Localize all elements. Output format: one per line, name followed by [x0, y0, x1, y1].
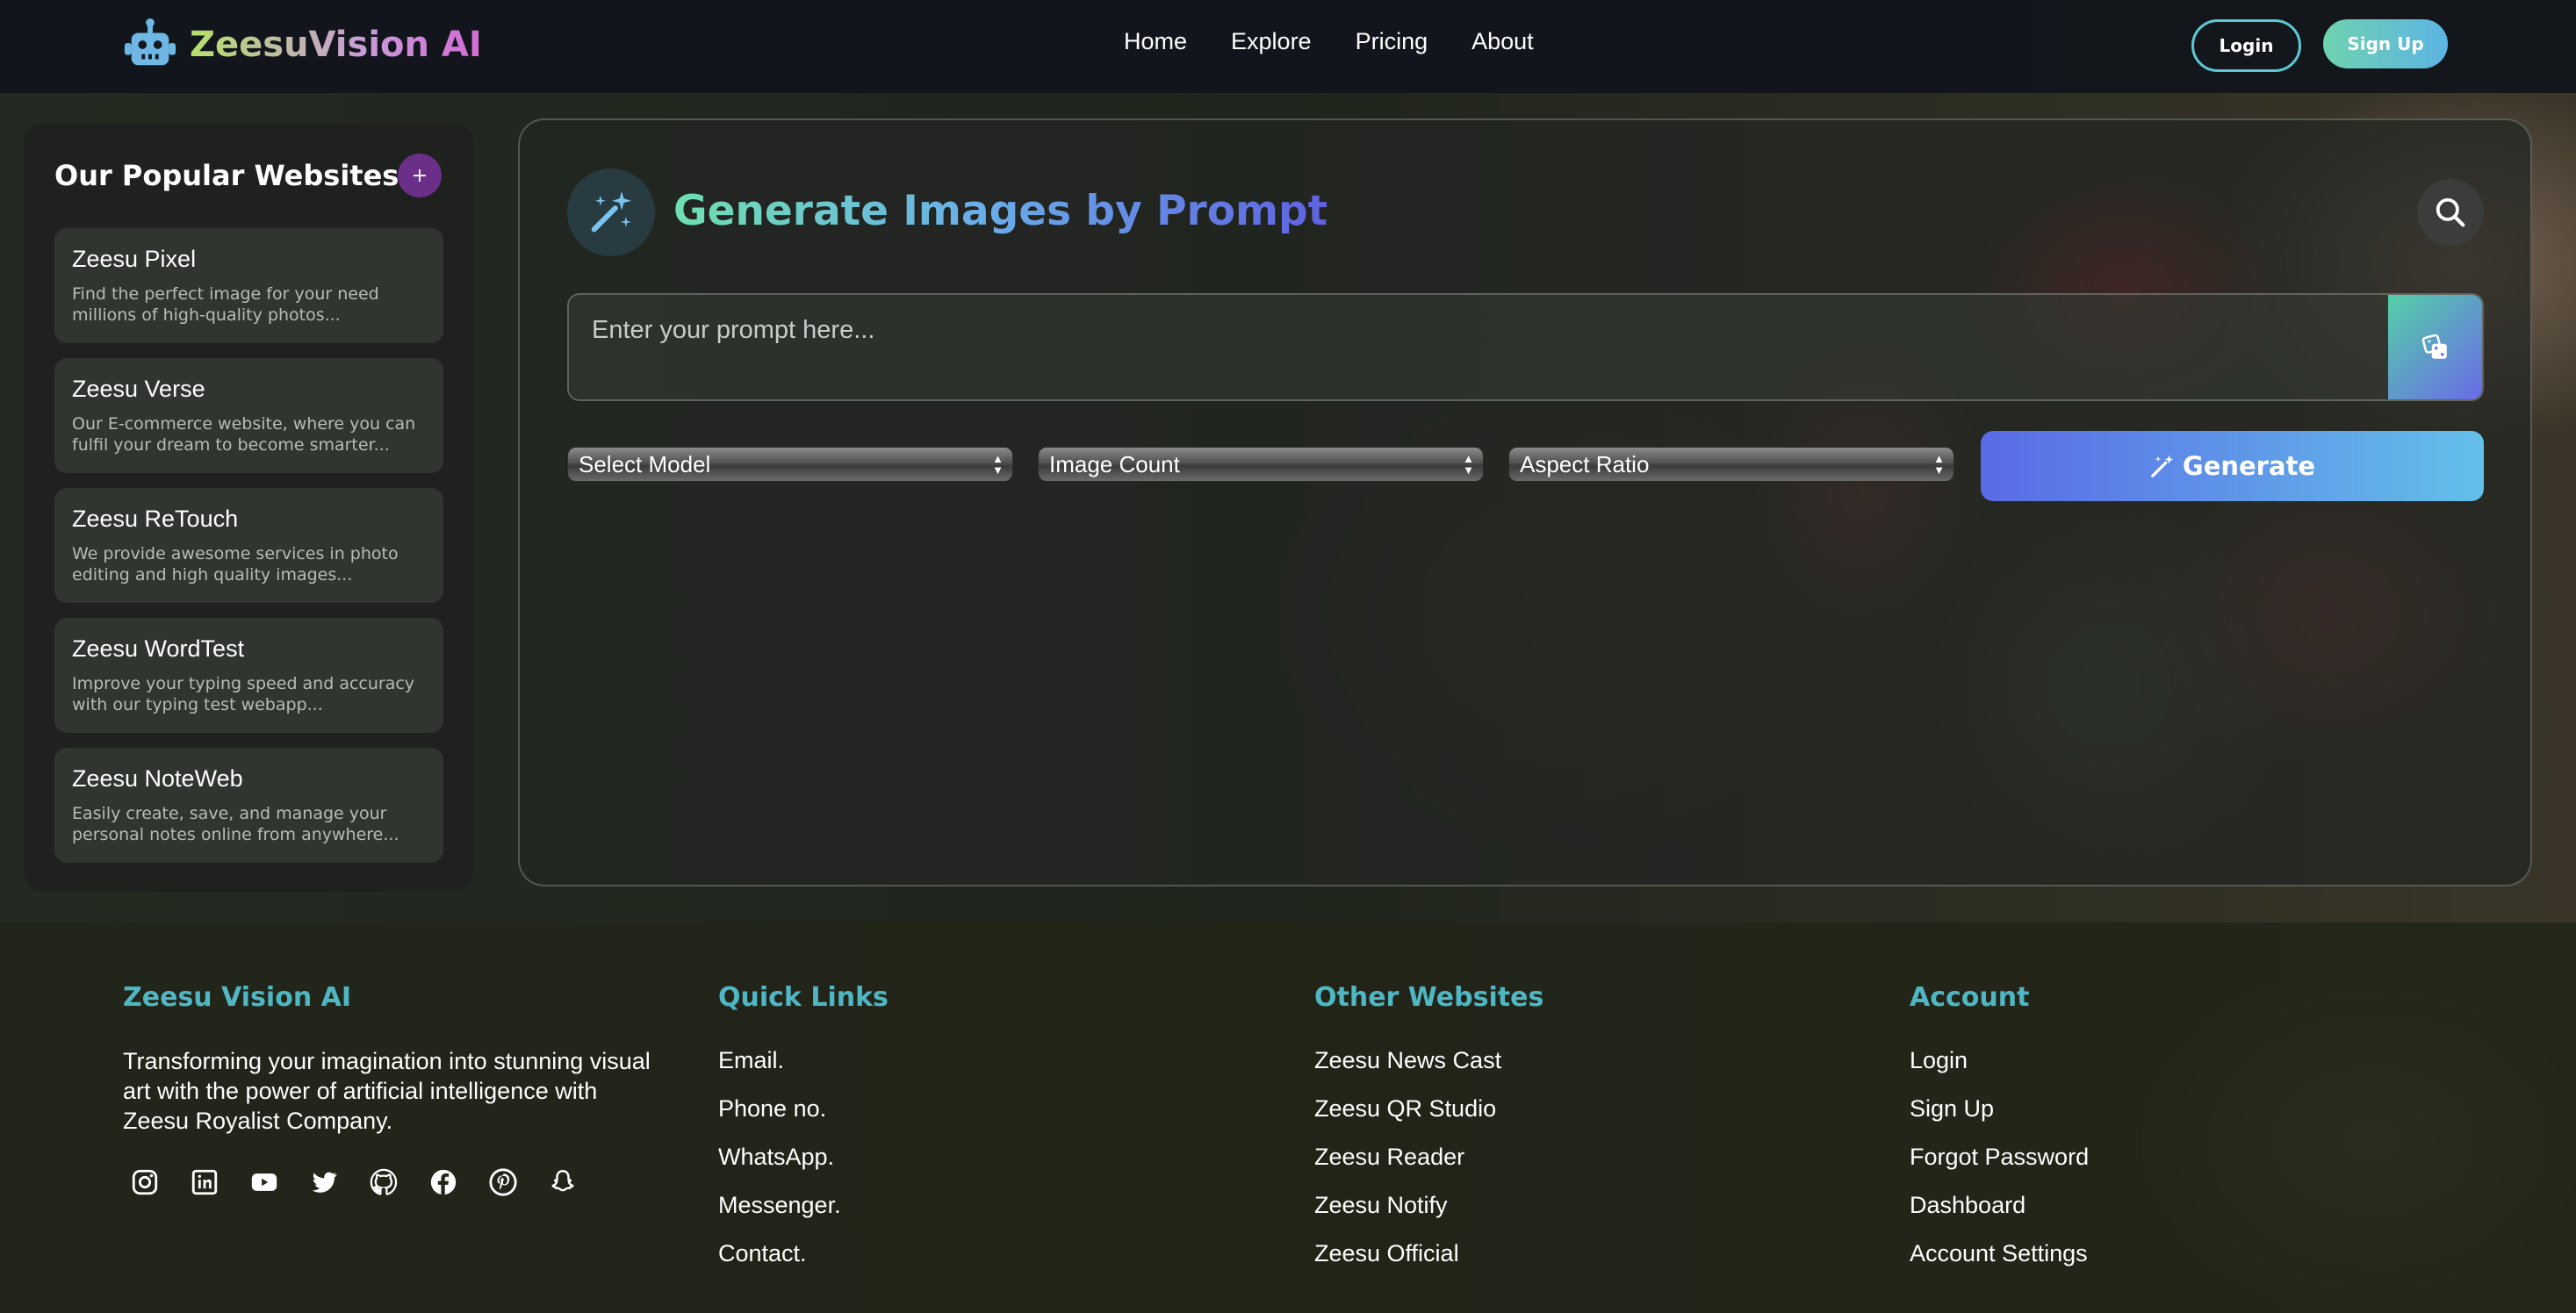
account-title: Account	[1910, 982, 2030, 1013]
github-icon[interactable]	[367, 1166, 400, 1199]
signup-button[interactable]: Sign Up	[2323, 19, 2448, 68]
footer-brand-description: Transforming your imagination into stunn…	[123, 1048, 651, 1134]
magic-wand-icon	[567, 169, 655, 256]
footer-link-phone[interactable]: Phone no.	[718, 1094, 889, 1123]
select-model-dropdown[interactable]: Select Model ▲ ▼	[567, 447, 1013, 482]
prompt-input[interactable]	[569, 295, 2390, 399]
brand-logo[interactable]: ZeesuVision AI	[123, 18, 482, 72]
website-card-zeesu-retouch[interactable]: Zeesu ReTouch We provide awesome service…	[54, 488, 443, 603]
footer-link-messenger[interactable]: Messenger.	[718, 1191, 889, 1219]
other-websites-title: Other Websites	[1314, 982, 1544, 1013]
footer-link-email[interactable]: Email.	[718, 1046, 889, 1074]
other-websites-column: Other Websites Zeesu News Cast Zeesu QR …	[1314, 982, 1543, 1288]
nav-about[interactable]: About	[1471, 28, 1534, 55]
footer-link-qr-studio[interactable]: Zeesu QR Studio	[1314, 1094, 1543, 1123]
search-icon	[2436, 197, 2465, 227]
select-model-value: Select Model	[579, 450, 711, 477]
website-name: Zeesu Verse	[72, 376, 205, 402]
snapchat-icon[interactable]	[546, 1166, 579, 1199]
social-links	[128, 1166, 667, 1199]
select-arrows-icon: ▲ ▼	[1463, 452, 1474, 477]
account-column: Account Login Sign Up Forgot Password Da…	[1910, 982, 2089, 1288]
website-name: Zeesu Pixel	[72, 246, 197, 272]
quick-links-column: Quick Links Email. Phone no. WhatsApp. M…	[718, 982, 889, 1288]
footer-link-account-settings[interactable]: Account Settings	[1910, 1239, 2089, 1267]
login-button[interactable]: Login	[2191, 19, 2301, 72]
generate-button[interactable]: Generate	[1981, 431, 2484, 501]
add-website-button[interactable]: +	[398, 154, 442, 197]
dice-icon	[2421, 334, 2447, 359]
brand-name: ZeesuVision AI	[190, 25, 482, 65]
website-description: Our E-commerce website, where you can fu…	[72, 414, 416, 455]
website-name: Zeesu WordTest	[72, 635, 245, 662]
website-description: Easily create, save, and manage your per…	[72, 804, 399, 844]
nav-home[interactable]: Home	[1124, 28, 1187, 55]
website-card-zeesu-pixel[interactable]: Zeesu Pixel Find the perfect image for y…	[54, 228, 443, 343]
magic-wand-icon	[2151, 455, 2174, 477]
footer-link-official[interactable]: Zeesu Official	[1314, 1239, 1543, 1267]
footer-link-news-cast[interactable]: Zeesu News Cast	[1314, 1046, 1543, 1074]
select-arrows-icon: ▲ ▼	[992, 452, 1004, 477]
image-count-value: Image Count	[1049, 450, 1180, 477]
footer-link-forgot-password[interactable]: Forgot Password	[1910, 1143, 2089, 1171]
website-card-zeesu-verse[interactable]: Zeesu Verse Our E-commerce website, wher…	[54, 358, 443, 473]
linkedin-icon[interactable]	[188, 1166, 221, 1199]
nav-pricing[interactable]: Pricing	[1356, 28, 1428, 55]
website-name: Zeesu NoteWeb	[72, 765, 243, 792]
youtube-icon[interactable]	[248, 1166, 281, 1199]
footer-link-notify[interactable]: Zeesu Notify	[1314, 1191, 1543, 1219]
sidebar-title: Our Popular Websites	[54, 159, 399, 192]
select-arrows-icon: ▲ ▼	[1933, 452, 1945, 477]
aspect-ratio-dropdown[interactable]: Aspect Ratio ▲ ▼	[1508, 447, 1954, 482]
website-description: Improve your typing speed and accuracy w…	[72, 674, 415, 714]
footer-link-reader[interactable]: Zeesu Reader	[1314, 1143, 1543, 1171]
footer-link-contact[interactable]: Contact.	[718, 1239, 889, 1267]
website-description: Find the perfect image for your need mil…	[72, 284, 379, 325]
generate-label: Generate	[2182, 451, 2316, 481]
top-navbar: ZeesuVision AI Home Explore Pricing Abou…	[0, 0, 2576, 93]
random-prompt-button[interactable]	[2388, 295, 2482, 399]
search-button[interactable]	[2417, 179, 2484, 246]
footer-link-whatsapp[interactable]: WhatsApp.	[718, 1143, 889, 1171]
facebook-icon[interactable]	[427, 1166, 460, 1199]
website-name: Zeesu ReTouch	[72, 506, 239, 532]
website-card-zeesu-noteweb[interactable]: Zeesu NoteWeb Easily create, save, and m…	[54, 748, 443, 863]
image-generator-panel: Generate Images by Prompt Select Model ▲…	[518, 118, 2532, 886]
footer-link-signup[interactable]: Sign Up	[1910, 1094, 2089, 1123]
footer-brand-column: Zeesu Vision AI Transforming your imagin…	[123, 982, 667, 1199]
page-title: Generate Images by Prompt	[673, 187, 1328, 235]
prompt-container	[567, 293, 2484, 401]
pinterest-icon[interactable]	[486, 1166, 520, 1199]
website-card-zeesu-wordtest[interactable]: Zeesu WordTest Improve your typing speed…	[54, 618, 443, 733]
footer: Zeesu Vision AI Transforming your imagin…	[0, 922, 2576, 1313]
footer-brand-title: Zeesu Vision AI	[123, 982, 352, 1013]
popular-websites-panel: Our Popular Websites + Zeesu Pixel Find …	[24, 123, 473, 892]
footer-link-login[interactable]: Login	[1910, 1046, 2089, 1074]
twitter-icon[interactable]	[307, 1166, 341, 1199]
quick-links-title: Quick Links	[718, 982, 889, 1013]
main-nav: Home Explore Pricing About	[1124, 28, 1534, 55]
robot-icon	[124, 18, 176, 66]
image-count-dropdown[interactable]: Image Count ▲ ▼	[1038, 447, 1484, 482]
footer-link-dashboard[interactable]: Dashboard	[1910, 1191, 2089, 1219]
aspect-ratio-value: Aspect Ratio	[1520, 450, 1650, 477]
instagram-icon[interactable]	[128, 1166, 162, 1199]
website-description: We provide awesome services in photo edi…	[72, 544, 399, 585]
nav-explore[interactable]: Explore	[1231, 28, 1312, 55]
